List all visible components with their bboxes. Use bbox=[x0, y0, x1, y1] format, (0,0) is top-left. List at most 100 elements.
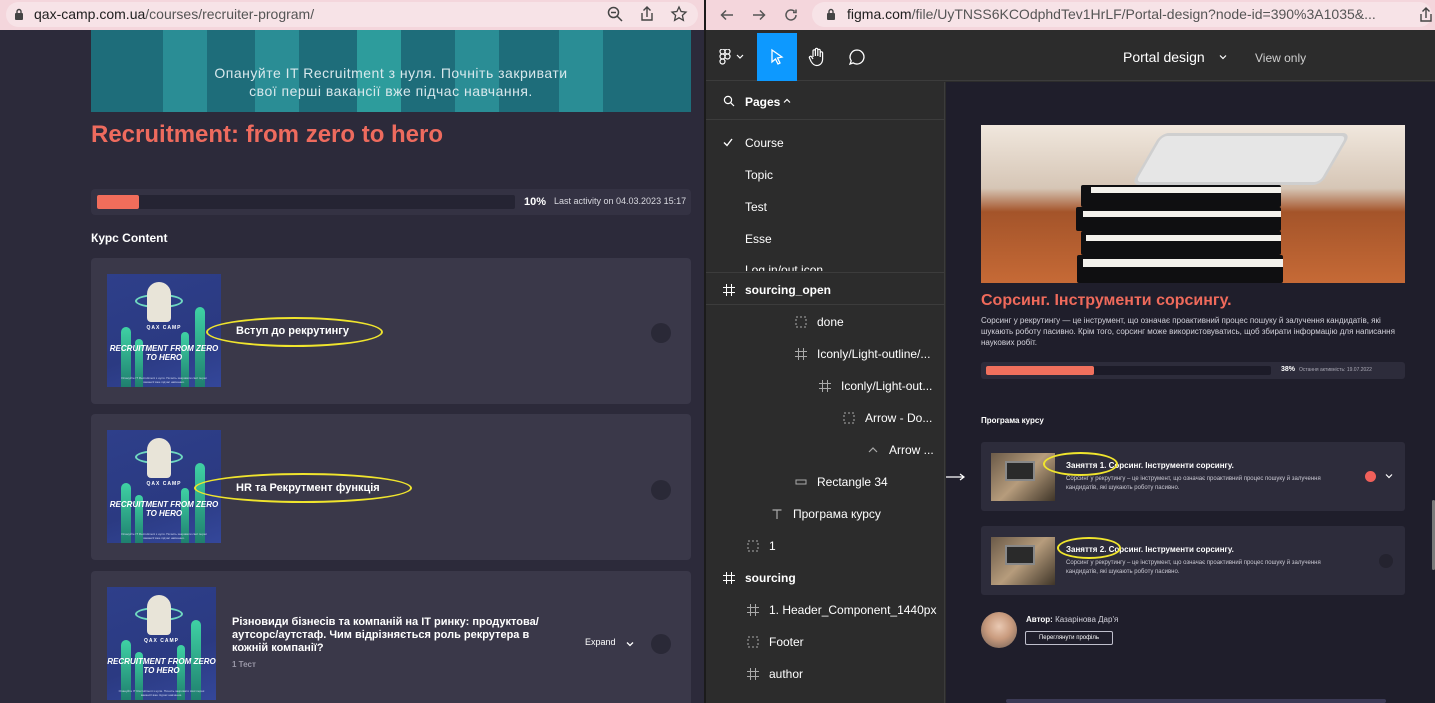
text-icon bbox=[772, 509, 782, 519]
screen: qax-camp.com.ua/courses/recruiter-progra… bbox=[0, 0, 1435, 703]
layer-footer[interactable]: Footer bbox=[769, 635, 804, 649]
lesson-title[interactable]: Різновиди бізнесів та компаній на IT рин… bbox=[232, 616, 562, 655]
chevron-up-icon[interactable] bbox=[783, 98, 791, 104]
url-text[interactable]: figma.com/file/UyTNSS6KCOdphdTev1HrLF/Po… bbox=[847, 6, 1376, 22]
right-browser-window: figma.com/file/UyTNSS6KCOdphdTev1HrLF/Po… bbox=[706, 0, 1435, 703]
highlight-oval bbox=[1043, 452, 1118, 476]
lesson-test-count: 1 Тест bbox=[232, 660, 256, 669]
page-item-esse[interactable]: Esse bbox=[745, 232, 772, 246]
layer-rectangle-34[interactable]: Rectangle 34 bbox=[817, 475, 888, 489]
author-name: Автор: Казарінова Дар'я bbox=[1026, 615, 1119, 624]
cursor-arrow-icon bbox=[771, 48, 784, 65]
course-banner: Опануйте IT Recruitment з нуля. Почніть … bbox=[91, 30, 691, 112]
author-avatar bbox=[981, 612, 1017, 648]
comment-tool-button[interactable] bbox=[837, 33, 877, 81]
last-activity: Остання активність: 19.07.2022 bbox=[1299, 367, 1372, 373]
left-browser-window: qax-camp.com.ua/courses/recruiter-progra… bbox=[0, 0, 704, 703]
design-canvas[interactable]: Сорсинг. Інструменти сорсингу. Сорсинг у… bbox=[946, 82, 1435, 703]
lesson-description: Сорсинг у рекрутингу – це інструмент, що… bbox=[1066, 560, 1321, 575]
lesson-card[interactable]: QAX CAMP RECRUITMENT FROM ZERO TO HERO О… bbox=[91, 258, 691, 404]
layer-done[interactable]: done bbox=[817, 315, 844, 329]
group-icon bbox=[747, 540, 759, 552]
layer-sourcing[interactable]: sourcing bbox=[745, 571, 796, 585]
design-lesson-card[interactable]: Заняття 2. Сорсинг. Інструменти сорсингу… bbox=[981, 526, 1405, 595]
bookmark-star-icon[interactable] bbox=[670, 5, 688, 23]
layer-header-component[interactable]: 1. Header_Component_1440px bbox=[769, 603, 936, 617]
course-progress: 10% Last activity on 04.03.2023 15:17 bbox=[91, 189, 691, 215]
figma-logo-icon bbox=[719, 49, 744, 65]
reload-icon[interactable] bbox=[782, 6, 800, 24]
layer-author[interactable]: author bbox=[769, 667, 803, 681]
group-icon bbox=[795, 316, 807, 328]
layer-iconly-2[interactable]: Iconly/Light-out... bbox=[841, 379, 932, 393]
course-content-heading: Курс Content bbox=[91, 231, 168, 245]
chevron-down-icon[interactable] bbox=[1385, 473, 1393, 479]
lesson-description: Сорсинг у рекрутингу – це інструмент, що… bbox=[1066, 476, 1321, 491]
lesson-thumbnail: QAX CAMP RECRUITMENT FROM ZERO TO HERO О… bbox=[107, 587, 216, 700]
program-heading: Програма курсу bbox=[981, 416, 1044, 425]
progress-percent: 10% bbox=[524, 196, 547, 208]
frame-icon bbox=[795, 348, 807, 360]
layer-sourcing-open[interactable]: sourcing_open bbox=[745, 283, 831, 297]
file-name[interactable]: Portal design bbox=[1123, 49, 1205, 65]
progress-track bbox=[97, 195, 515, 209]
lesson-status-dot bbox=[651, 634, 671, 654]
course-title: Recruitment: from zero to hero bbox=[91, 121, 444, 148]
move-tool-button[interactable] bbox=[757, 33, 797, 81]
layer-arrow-vector[interactable]: Arrow ... bbox=[889, 443, 934, 457]
highlight-oval bbox=[1057, 537, 1121, 559]
lesson-status-dot bbox=[1365, 471, 1376, 482]
lock-icon bbox=[15, 8, 23, 20]
address-bar: qax-camp.com.ua/courses/recruiter-progra… bbox=[0, 0, 704, 30]
url-text[interactable]: qax-camp.com.ua/courses/recruiter-progra… bbox=[34, 6, 314, 22]
design-progress: 38% Остання активність: 19.07.2022 bbox=[981, 362, 1405, 379]
layer-program-text[interactable]: Програма курсу bbox=[793, 507, 881, 521]
share-icon[interactable] bbox=[638, 5, 656, 23]
share-icon[interactable] bbox=[1417, 6, 1435, 24]
layers-panel: Pages Course Topic Test Esse Log in/out … bbox=[706, 82, 945, 703]
layer-1[interactable]: 1 bbox=[769, 539, 776, 553]
frame-icon bbox=[723, 572, 735, 584]
lock-icon bbox=[827, 8, 835, 20]
design-course-title: Сорсинг. Інструменти сорсингу. bbox=[981, 292, 1232, 309]
zoom-icon[interactable] bbox=[606, 5, 624, 23]
design-course-description: Сорсинг у рекрутингу — це інструмент, що… bbox=[981, 316, 1395, 347]
design-lesson-card[interactable]: Заняття 1. Сорсинг. Інструменти сорсингу… bbox=[981, 442, 1405, 511]
figma-toolbar: Portal design View only bbox=[706, 33, 1435, 81]
lesson-status-dot bbox=[651, 480, 671, 500]
vector-icon bbox=[868, 447, 878, 453]
last-activity: Last activity on 04.03.2023 15:17 bbox=[554, 196, 687, 206]
progress-percent: 38% bbox=[1281, 366, 1296, 373]
lesson-card[interactable]: QAX CAMP RECRUITMENT FROM ZERO TO HERO О… bbox=[91, 414, 691, 560]
back-arrow-icon[interactable] bbox=[718, 6, 736, 24]
lesson-card[interactable]: QAX CAMP RECRUITMENT FROM ZERO TO HERO О… bbox=[91, 571, 691, 703]
lesson-image bbox=[991, 537, 1055, 585]
forward-arrow-icon[interactable] bbox=[750, 6, 768, 24]
progress-track bbox=[986, 366, 1271, 375]
page-item-login-icon[interactable]: Log in/out icon bbox=[745, 263, 823, 271]
banner-text: Опануйте IT Recruitment з нуля. Почніть … bbox=[214, 65, 568, 99]
lesson-thumbnail: QAX CAMP RECRUITMENT FROM ZERO TO HERO О… bbox=[107, 274, 221, 387]
search-icon[interactable] bbox=[723, 95, 735, 107]
view-only-badge: View only bbox=[1255, 51, 1307, 65]
page-item-course[interactable]: Course bbox=[745, 136, 784, 150]
pages-header[interactable]: Pages bbox=[706, 82, 944, 120]
layer-iconly-1[interactable]: Iconly/Light-outline/... bbox=[817, 347, 930, 361]
hand-tool-button[interactable] bbox=[797, 33, 837, 81]
canvas-frame-edge bbox=[1006, 699, 1386, 703]
arrow-right-icon bbox=[946, 473, 965, 481]
page-item-topic[interactable]: Topic bbox=[745, 168, 773, 182]
highlight-oval bbox=[206, 317, 383, 347]
frame-icon bbox=[819, 380, 831, 392]
layer-arrow-down[interactable]: Arrow - Do... bbox=[865, 411, 932, 425]
frame-icon bbox=[723, 284, 735, 296]
view-profile-button[interactable]: Переглянути профіль bbox=[1025, 631, 1113, 645]
page-item-test[interactable]: Test bbox=[745, 200, 767, 214]
address-bar: figma.com/file/UyTNSS6KCOdphdTev1HrLF/Po… bbox=[706, 0, 1435, 30]
expand-button[interactable]: Expand bbox=[585, 637, 616, 647]
progress-fill bbox=[986, 366, 1095, 375]
lesson-status-dot bbox=[1379, 554, 1393, 568]
chevron-down-icon[interactable] bbox=[1219, 54, 1227, 60]
chevron-down-icon[interactable] bbox=[626, 640, 634, 648]
figma-menu-button[interactable] bbox=[714, 33, 754, 81]
